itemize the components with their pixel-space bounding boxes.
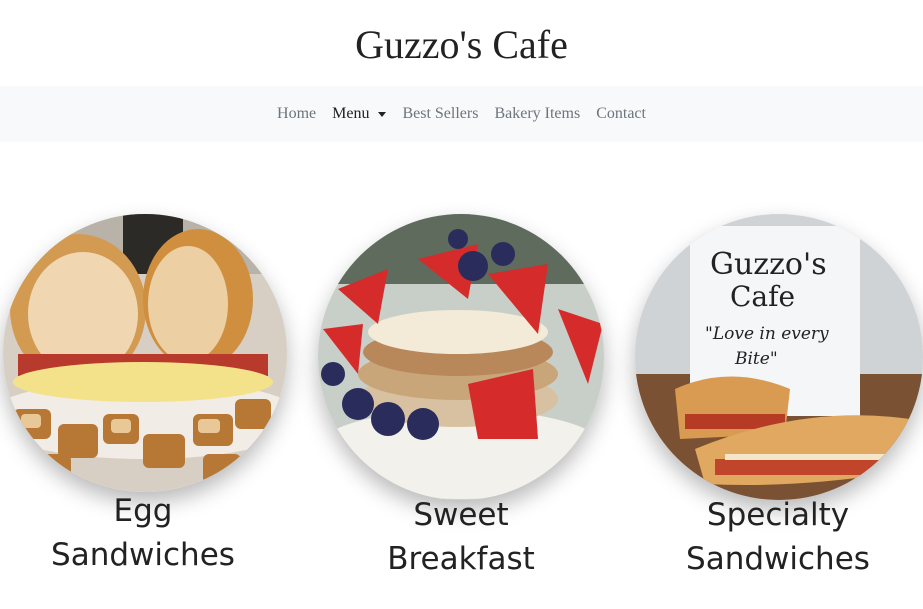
nav-bakery-items[interactable]: Bakery Items (486, 105, 588, 123)
caption-line-2: Sandwiches (686, 541, 870, 577)
sign-text-2: Cafe (730, 280, 795, 313)
nav-menu-dropdown[interactable]: Menu (324, 105, 394, 123)
sign-text-1: Guzzo's (710, 247, 827, 282)
card-caption: Egg Sandwiches (0, 489, 293, 577)
site-title: Guzzo's Cafe (355, 21, 568, 67)
card-caption: Sweet Breakfast (311, 493, 611, 581)
nav-best-sellers[interactable]: Best Sellers (394, 105, 486, 123)
caption-line-1: Egg (113, 493, 173, 529)
site-header: Guzzo's Cafe (0, 0, 923, 86)
egg-sandwich-image[interactable] (3, 214, 287, 492)
menu-categories: Egg Sandwiches Sweet Breakfast Guzzo's C… (0, 142, 923, 609)
sign-text-3: "Love in every (705, 324, 829, 344)
specialty-sandwich-image[interactable]: Guzzo's Cafe "Love in every Bite" (635, 214, 923, 500)
caption-line-2: Sandwiches (51, 537, 235, 573)
caption-line-1: Specialty (706, 497, 850, 533)
nav-menu-label: Menu (332, 105, 370, 122)
card-sweet-breakfast[interactable]: Sweet Breakfast (310, 142, 610, 609)
caption-line-2: Breakfast (387, 541, 535, 577)
sweet-breakfast-image[interactable] (318, 214, 604, 500)
sign-text-4: Bite" (734, 349, 778, 369)
navbar: Home Menu Best Sellers Bakery Items Cont… (0, 86, 923, 142)
caret-down-icon (378, 112, 387, 117)
nav-home[interactable]: Home (269, 105, 324, 123)
card-caption: Specialty Sandwiches (628, 493, 923, 581)
card-specialty-sandwiches[interactable]: Guzzo's Cafe "Love in every Bite" Specia… (620, 142, 923, 609)
card-egg-sandwiches[interactable]: Egg Sandwiches (0, 142, 300, 609)
nav-contact[interactable]: Contact (588, 105, 654, 123)
caption-line-1: Sweet (413, 497, 509, 533)
